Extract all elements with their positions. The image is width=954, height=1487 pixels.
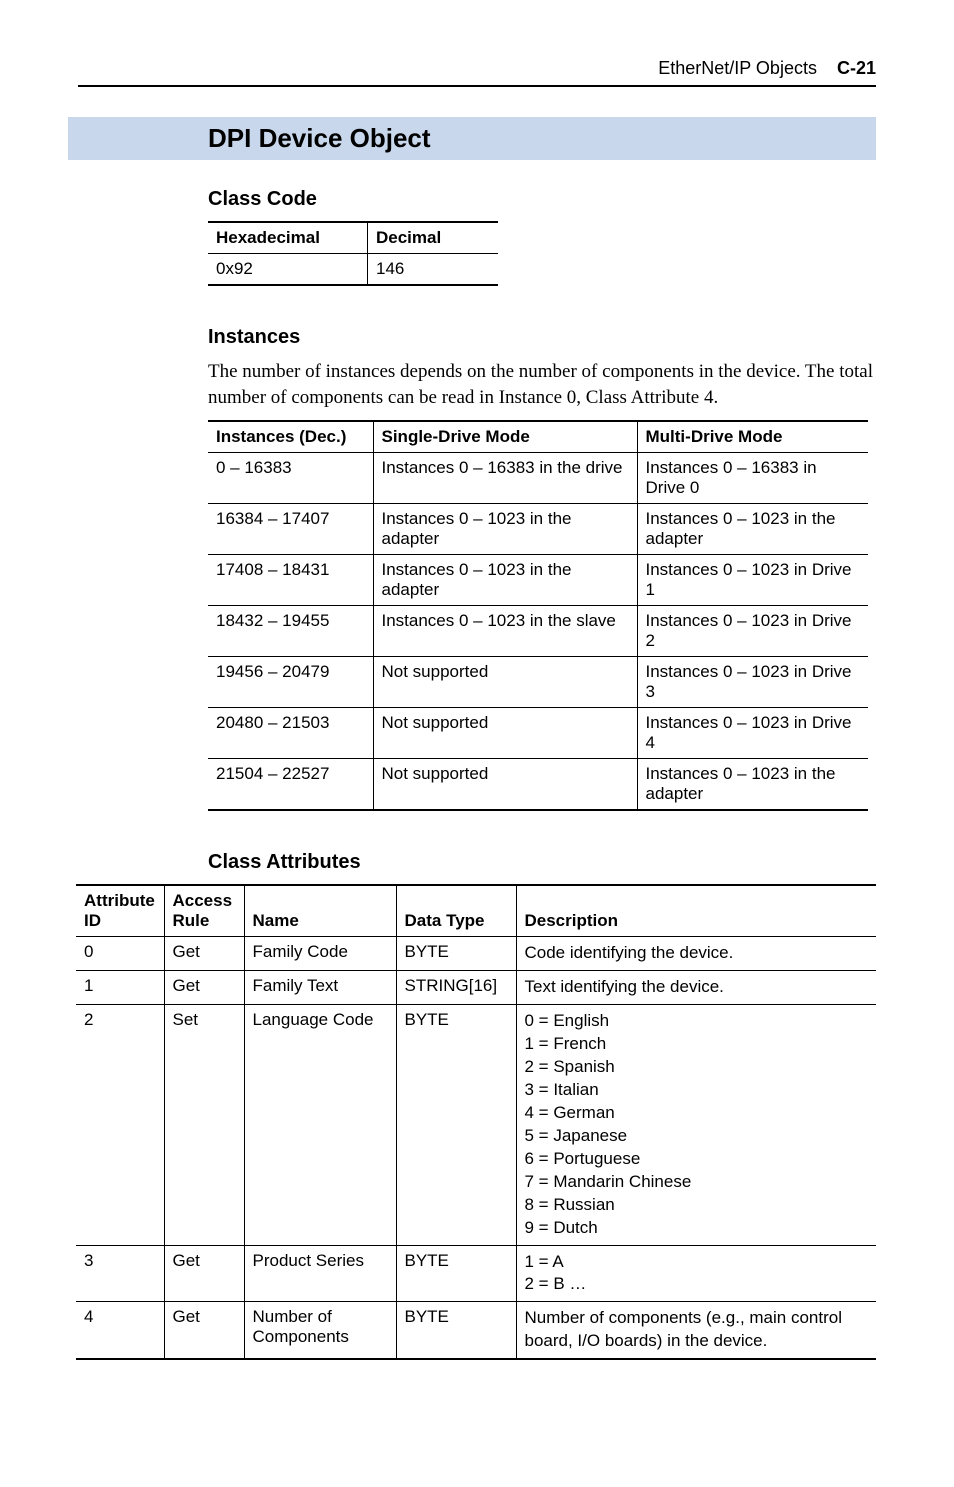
table-cell: Language Code [244, 1005, 396, 1245]
table-cell: STRING[16] [396, 971, 516, 1005]
table-row: 18432 – 19455Instances 0 – 1023 in the s… [208, 606, 868, 657]
instances-heading: Instances [208, 326, 876, 349]
table-row: 16384 – 17407Instances 0 – 1023 in the a… [208, 504, 868, 555]
table-cell: Instances 0 – 16383 in the drive [373, 453, 637, 504]
table-cell: Family Text [244, 971, 396, 1005]
table-cell: Product Series [244, 1245, 396, 1302]
table-cell: 18432 – 19455 [208, 606, 373, 657]
table-cell: Instances 0 – 16383 in Drive 0 [637, 453, 868, 504]
table-cell: Code identifying the device. [516, 937, 876, 971]
table-row: 1GetFamily TextSTRING[16]Text identifyin… [76, 971, 876, 1005]
table-cell: Get [164, 937, 244, 971]
table-cell: Instances 0 – 1023 in the adapter [637, 504, 868, 555]
table-cell: 1 [76, 971, 164, 1005]
instances-header: Instances (Dec.) [208, 421, 373, 453]
table-cell: Text identifying the device. [516, 971, 876, 1005]
table-cell: Instances 0 – 1023 in the adapter [373, 555, 637, 606]
header-title: EtherNet/IP Objects [658, 58, 817, 78]
table-cell: 1 = A2 = B … [516, 1245, 876, 1302]
class-code-header: Hexadecimal [208, 222, 368, 254]
class-code-heading: Class Code [208, 188, 876, 211]
class-code-cell: 0x92 [208, 254, 368, 286]
table-cell: 20480 – 21503 [208, 708, 373, 759]
table-cell: Set [164, 1005, 244, 1245]
table-cell: BYTE [396, 1005, 516, 1245]
table-cell: Not supported [373, 759, 637, 811]
table-cell: 0 [76, 937, 164, 971]
table-cell: Instances 0 – 1023 in Drive 2 [637, 606, 868, 657]
table-cell: Number of components (e.g., main control… [516, 1302, 876, 1359]
table-cell: 3 [76, 1245, 164, 1302]
class-attrs-heading: Class Attributes [208, 851, 876, 874]
table-cell: Instances 0 – 1023 in Drive 1 [637, 555, 868, 606]
table-cell: Instances 0 – 1023 in Drive 3 [637, 657, 868, 708]
table-cell: 17408 – 18431 [208, 555, 373, 606]
table-row: 2SetLanguage CodeBYTE0 = English1 = Fren… [76, 1005, 876, 1245]
attrs-header: Name [244, 885, 396, 937]
attrs-header: AttributeID [76, 885, 164, 937]
table-cell: 4 [76, 1302, 164, 1359]
table-cell: 21504 – 22527 [208, 759, 373, 811]
table-row: 20480 – 21503Not supportedInstances 0 – … [208, 708, 868, 759]
class-attrs-table: AttributeIDAccessRuleNameData TypeDescri… [76, 884, 876, 1360]
class-code-cell: 146 [368, 254, 499, 286]
instances-header: Single-Drive Mode [373, 421, 637, 453]
instances-header: Multi-Drive Mode [637, 421, 868, 453]
page-header: EtherNet/IP Objects C-21 [78, 58, 876, 87]
table-row: 3GetProduct SeriesBYTE1 = A2 = B … [76, 1245, 876, 1302]
table-cell: 2 [76, 1005, 164, 1245]
table-cell: BYTE [396, 1245, 516, 1302]
table-row: 19456 – 20479Not supportedInstances 0 – … [208, 657, 868, 708]
header-page-code: C-21 [837, 58, 876, 78]
table-row: 17408 – 18431Instances 0 – 1023 in the a… [208, 555, 868, 606]
table-row: 4GetNumber of ComponentsBYTENumber of co… [76, 1302, 876, 1359]
section-title: DPI Device Object [68, 117, 876, 160]
attrs-header: Data Type [396, 885, 516, 937]
instances-table: Instances (Dec.) Single-Drive Mode Multi… [208, 420, 868, 811]
table-cell: Instances 0 – 1023 in the adapter [637, 759, 868, 811]
table-cell: Not supported [373, 708, 637, 759]
table-cell: Get [164, 1245, 244, 1302]
table-cell: BYTE [396, 937, 516, 971]
table-cell: Instances 0 – 1023 in the adapter [373, 504, 637, 555]
table-row: 0GetFamily CodeBYTECode identifying the … [76, 937, 876, 971]
attrs-header: AccessRule [164, 885, 244, 937]
attrs-header: Description [516, 885, 876, 937]
table-cell: Instances 0 – 1023 in the slave [373, 606, 637, 657]
table-cell: 0 – 16383 [208, 453, 373, 504]
instances-paragraph: The number of instances depends on the n… [208, 359, 876, 410]
table-cell: Get [164, 1302, 244, 1359]
table-row: 0 – 16383Instances 0 – 16383 in the driv… [208, 453, 868, 504]
class-code-table: Hexadecimal Decimal 0x92 146 [208, 221, 498, 286]
table-cell: Instances 0 – 1023 in Drive 4 [637, 708, 868, 759]
table-cell: 0 = English1 = French2 = Spanish3 = Ital… [516, 1005, 876, 1245]
table-row: 21504 – 22527Not supportedInstances 0 – … [208, 759, 868, 811]
table-cell: BYTE [396, 1302, 516, 1359]
table-cell: 16384 – 17407 [208, 504, 373, 555]
class-code-header: Decimal [368, 222, 499, 254]
table-cell: Family Code [244, 937, 396, 971]
table-cell: Not supported [373, 657, 637, 708]
table-cell: 19456 – 20479 [208, 657, 373, 708]
table-cell: Number of Components [244, 1302, 396, 1359]
table-cell: Get [164, 971, 244, 1005]
